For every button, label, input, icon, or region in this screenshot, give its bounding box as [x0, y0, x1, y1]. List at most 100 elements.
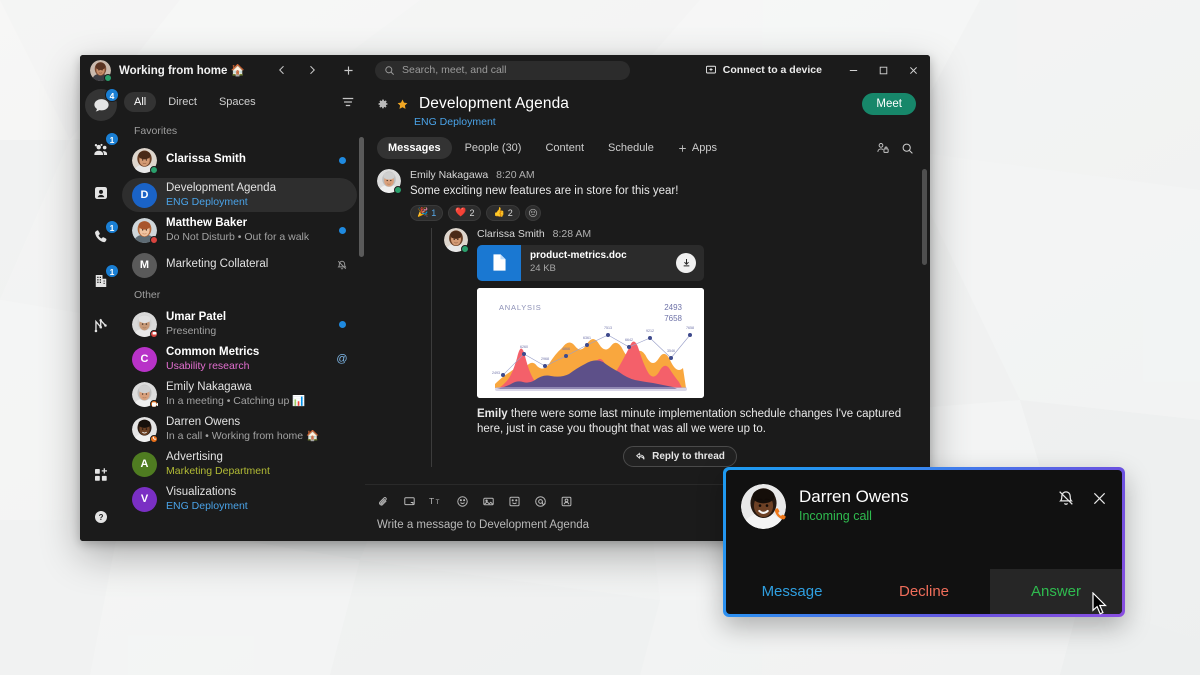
list-item[interactable]: M Marketing Collateral: [122, 248, 357, 282]
connect-to-device-button[interactable]: Connect to a device: [705, 64, 822, 76]
message-time: 8:20 AM: [496, 169, 535, 181]
forward-icon[interactable]: [301, 59, 323, 81]
message-scrollbar[interactable]: [922, 165, 927, 482]
list-item[interactable]: C Common Metrics Usability research @: [122, 342, 357, 376]
rail-item-meetings[interactable]: 1: [85, 264, 119, 297]
conversation-list[interactable]: Favorites Clarissa Smith D Development A…: [122, 119, 365, 541]
rail-item-workflows[interactable]: [85, 309, 117, 341]
reaction-pill[interactable]: ❤️ 2: [448, 204, 482, 221]
screen-capture-icon[interactable]: [403, 495, 416, 508]
list-item-development-agenda[interactable]: D Development Agenda ENG Deployment: [122, 178, 357, 212]
tab-messages[interactable]: Messages: [377, 137, 452, 159]
plus-icon[interactable]: [337, 59, 359, 81]
scrollbar-thumb[interactable]: [359, 137, 364, 257]
badge-calling: 1: [105, 220, 119, 234]
card-icon[interactable]: [560, 495, 573, 508]
list-item[interactable]: Clarissa Smith: [122, 143, 357, 177]
minimize-button[interactable]: [838, 55, 868, 85]
meet-button[interactable]: Meet: [862, 93, 916, 115]
close-icon[interactable]: [1090, 489, 1109, 508]
my-avatar[interactable]: [90, 59, 112, 82]
incoming-call-actions: Message Decline Answer: [726, 569, 1122, 614]
list-item[interactable]: Umar Patel Presenting: [122, 307, 357, 341]
svg-text:2968: 2968: [541, 357, 549, 361]
star-icon[interactable]: [396, 98, 409, 111]
tab-people[interactable]: People (30): [454, 137, 533, 159]
list-item[interactable]: V Visualizations ENG Deployment: [122, 482, 357, 516]
avatar: [377, 169, 402, 194]
reaction-pill[interactable]: 🎉 1: [410, 204, 444, 221]
space-search-icon[interactable]: [896, 137, 918, 159]
badge-meetings: 1: [105, 264, 119, 278]
presence-available: [150, 165, 158, 174]
list-item[interactable]: Darren Owens In a call • Working from ho…: [122, 412, 357, 446]
bell-mute-icon[interactable]: [1056, 488, 1076, 508]
maximize-button[interactable]: [868, 55, 898, 85]
rail-item-messaging[interactable]: 4: [85, 88, 119, 121]
filter-tab-spaces[interactable]: Spaces: [209, 92, 266, 112]
mention-icon[interactable]: [534, 495, 547, 508]
tab-schedule[interactable]: Schedule: [597, 137, 665, 159]
avatar: [132, 381, 158, 408]
file-attachment-card[interactable]: product-metrics.doc 24 KB: [477, 244, 704, 281]
emoji-icon[interactable]: [456, 495, 469, 508]
filter-tab-direct[interactable]: Direct: [158, 92, 207, 112]
message-button[interactable]: Message: [726, 569, 858, 614]
presence-in-call: [150, 434, 158, 443]
reply-to-thread-button[interactable]: Reply to thread: [623, 445, 737, 467]
svg-text:T: T: [436, 499, 440, 506]
attachment-icon[interactable]: [377, 495, 390, 508]
file-name: product-metrics.doc: [530, 250, 627, 262]
list-item-title: Matthew Baker: [166, 217, 248, 230]
image-icon[interactable]: [482, 495, 495, 508]
sticker-icon[interactable]: [508, 495, 521, 508]
rail-item-add-apps[interactable]: [85, 459, 117, 491]
call-state-label: Incoming call: [799, 508, 872, 523]
decline-button[interactable]: Decline: [858, 569, 990, 614]
message-list[interactable]: Emily Nakagawa 8:20 AM Some exciting new…: [365, 159, 930, 484]
list-item-title: Development Agenda: [166, 182, 276, 195]
scrollbar-thumb[interactable]: [922, 169, 927, 265]
add-reaction-icon[interactable]: [524, 204, 541, 221]
list-item[interactable]: A Advertising Marketing Department: [122, 447, 357, 481]
avatar: [132, 217, 158, 244]
avatar-initial: V: [140, 493, 149, 505]
list-item-title: Advertising: [166, 451, 223, 464]
rail-item-calling[interactable]: 1: [85, 220, 119, 253]
rail-item-teams[interactable]: 1: [85, 132, 119, 165]
thread-message: Clarissa Smith 8:28 AM product-metrics.d…: [444, 227, 916, 438]
format-text-icon[interactable]: TT: [429, 495, 443, 507]
list-item-status: [335, 226, 349, 234]
list-item[interactable]: Emily Nakagawa In a meeting • Catching u…: [122, 377, 357, 411]
conversation-filter-bar: All Direct Spaces: [122, 85, 365, 119]
rail-item-contacts[interactable]: [85, 177, 117, 209]
mute-icon: [335, 259, 349, 271]
list-item-text: Umar Patel Presenting: [166, 311, 326, 337]
list-item-subtitle: Usability research: [166, 359, 250, 372]
chart-attachment[interactable]: ANALYSIS 2493 7658 2493 6260 2968 4866 6…: [477, 287, 704, 398]
list-item-subtitle: Marketing Department: [166, 464, 270, 477]
close-button[interactable]: [898, 55, 928, 85]
filter-sort-icon[interactable]: [337, 91, 359, 113]
caller-name: Darren Owens: [799, 487, 909, 506]
rail-item-help[interactable]: ?: [85, 501, 117, 533]
avatar: D: [132, 182, 157, 208]
conversation-scrollbar[interactable]: [359, 127, 364, 537]
reaction-emoji: ❤️: [455, 207, 467, 218]
back-icon[interactable]: [271, 59, 293, 81]
list-item[interactable]: Matthew Baker Do Not Disturb • Out for a…: [122, 213, 357, 247]
search-placeholder: Search, meet, and call: [402, 64, 507, 76]
incoming-call-header: Darren Owens Incoming call: [726, 470, 1122, 569]
download-icon[interactable]: [676, 252, 696, 273]
reaction-pill[interactable]: 👍 2: [486, 204, 520, 221]
list-item-text: Darren Owens In a call • Working from ho…: [166, 416, 326, 442]
reaction-emoji: 👍: [493, 207, 505, 218]
pin-people-icon[interactable]: [872, 137, 894, 159]
presence-presenting: [150, 329, 158, 338]
tab-apps[interactable]: Apps: [667, 137, 728, 159]
tab-content[interactable]: Content: [534, 137, 595, 159]
gear-icon[interactable]: [377, 98, 389, 110]
svg-text:7513: 7513: [604, 326, 612, 330]
filter-tab-all[interactable]: All: [124, 92, 157, 112]
search-input[interactable]: Search, meet, and call: [375, 60, 630, 80]
